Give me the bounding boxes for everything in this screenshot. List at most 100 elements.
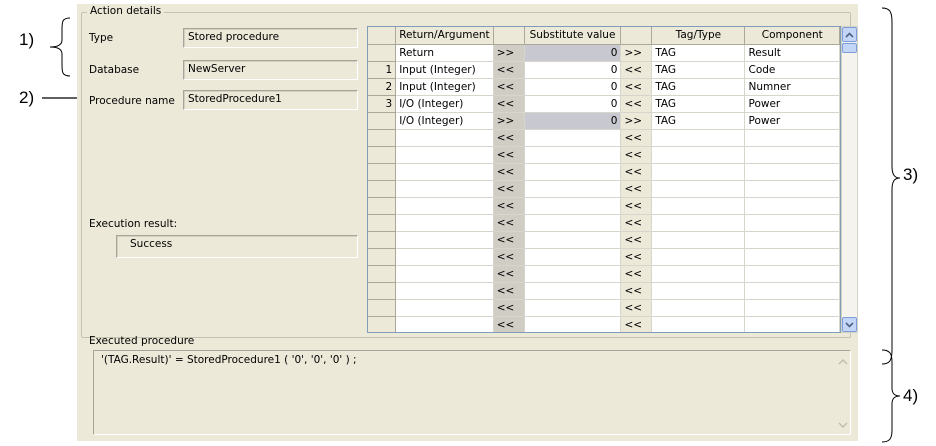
arguments-grid[interactable]: Return/Argument Substitute value Tag/Typ…	[367, 26, 841, 333]
component-cell[interactable]: Result	[744, 44, 840, 62]
direction-toggle-1[interactable]: <<	[493, 180, 525, 198]
direction-toggle-2[interactable]: <<	[620, 299, 653, 317]
table-row[interactable]: << <<	[368, 146, 840, 164]
direction-toggle-1[interactable]: <<	[493, 265, 525, 283]
tag-type-cell[interactable]	[651, 248, 746, 266]
tag-type-cell[interactable]: TAG	[651, 95, 746, 113]
return-argument-cell[interactable]: I/O (Integer)	[395, 95, 494, 113]
component-cell[interactable]	[744, 163, 840, 181]
table-row[interactable]: << <<	[368, 163, 840, 181]
tag-type-cell[interactable]: TAG	[651, 44, 746, 62]
tag-type-cell[interactable]	[651, 231, 746, 249]
return-argument-cell[interactable]	[395, 163, 494, 181]
direction-toggle-1[interactable]: <<	[493, 316, 525, 332]
direction-toggle-1[interactable]: <<	[493, 129, 525, 147]
tag-type-cell[interactable]	[651, 197, 746, 215]
direction-toggle-2[interactable]: >>	[620, 112, 653, 130]
component-cell[interactable]	[744, 180, 840, 198]
direction-toggle-2[interactable]: <<	[620, 95, 653, 113]
return-argument-cell[interactable]	[395, 299, 494, 317]
return-argument-cell[interactable]	[395, 180, 494, 198]
table-row[interactable]: I/O (Integer) >> 0 >> TAG Power	[368, 112, 840, 130]
component-cell[interactable]	[744, 214, 840, 232]
direction-toggle-2[interactable]: <<	[620, 248, 653, 266]
tag-type-cell[interactable]: TAG	[651, 61, 746, 79]
direction-toggle-2[interactable]: <<	[620, 197, 653, 215]
table-row[interactable]: 3 I/O (Integer) << 0 << TAG Power	[368, 95, 840, 113]
tag-type-cell[interactable]: TAG	[651, 112, 746, 130]
return-argument-cell[interactable]	[395, 146, 494, 164]
tag-type-cell[interactable]	[651, 316, 746, 332]
scroll-thumb[interactable]	[842, 43, 857, 53]
executed-procedure-textarea[interactable]: '(TAG.Result)' = StoredProcedure1 ( '0',…	[93, 350, 851, 435]
substitute-value-cell[interactable]	[524, 316, 622, 332]
substitute-value-cell[interactable]: 0	[524, 112, 622, 130]
table-row[interactable]: << <<	[368, 299, 840, 317]
return-argument-cell[interactable]	[395, 129, 494, 147]
direction-toggle-2[interactable]: <<	[620, 146, 653, 164]
table-row[interactable]: << <<	[368, 282, 840, 300]
tag-type-cell[interactable]	[651, 299, 746, 317]
direction-toggle-2[interactable]: <<	[620, 316, 653, 332]
component-cell[interactable]: Code	[744, 61, 840, 79]
scroll-up-arrow-icon[interactable]	[842, 27, 857, 42]
substitute-value-cell[interactable]: 0	[524, 95, 622, 113]
direction-toggle-1[interactable]: <<	[493, 163, 525, 181]
component-cell[interactable]	[744, 146, 840, 164]
tag-type-cell[interactable]	[651, 163, 746, 181]
return-argument-cell[interactable]	[395, 282, 494, 300]
tag-type-cell[interactable]	[651, 146, 746, 164]
component-cell[interactable]	[744, 248, 840, 266]
header-tag-type[interactable]: Tag/Type	[651, 27, 746, 45]
direction-toggle-1[interactable]: <<	[493, 282, 525, 300]
direction-toggle-1[interactable]: <<	[493, 214, 525, 232]
direction-toggle-1[interactable]: <<	[493, 146, 525, 164]
header-component[interactable]: Component	[744, 27, 840, 45]
return-argument-cell[interactable]	[395, 265, 494, 283]
substitute-value-cell[interactable]	[524, 180, 622, 198]
substitute-value-cell[interactable]	[524, 163, 622, 181]
component-cell[interactable]	[744, 129, 840, 147]
tag-type-cell[interactable]	[651, 265, 746, 283]
direction-toggle-1[interactable]: <<	[493, 197, 525, 215]
component-cell[interactable]	[744, 282, 840, 300]
table-row[interactable]: << <<	[368, 231, 840, 249]
tag-type-cell[interactable]: TAG	[651, 78, 746, 96]
component-cell[interactable]	[744, 265, 840, 283]
exec-scroll-down-icon[interactable]	[838, 419, 850, 431]
substitute-value-cell[interactable]: 0	[524, 44, 622, 62]
table-row[interactable]: << <<	[368, 197, 840, 215]
direction-toggle-2[interactable]: <<	[620, 214, 653, 232]
table-row[interactable]: << <<	[368, 316, 840, 332]
tag-type-cell[interactable]	[651, 180, 746, 198]
direction-toggle-2[interactable]: >>	[620, 44, 653, 62]
return-argument-cell[interactable]	[395, 214, 494, 232]
direction-toggle-2[interactable]: <<	[620, 231, 653, 249]
exec-scroll-up-icon[interactable]	[838, 355, 850, 367]
substitute-value-cell[interactable]	[524, 265, 622, 283]
direction-toggle-2[interactable]: <<	[620, 78, 653, 96]
header-return-argument[interactable]: Return/Argument	[395, 27, 494, 45]
tag-type-cell[interactable]	[651, 282, 746, 300]
return-argument-cell[interactable]: Input (Integer)	[395, 78, 494, 96]
direction-toggle-1[interactable]: >>	[493, 44, 525, 62]
table-row[interactable]: Return >> 0 >> TAG Result	[368, 44, 840, 62]
component-cell[interactable]	[744, 299, 840, 317]
component-cell[interactable]: Numner	[744, 78, 840, 96]
substitute-value-cell[interactable]	[524, 197, 622, 215]
table-row[interactable]: 1 Input (Integer) << 0 << TAG Code	[368, 61, 840, 79]
direction-toggle-2[interactable]: <<	[620, 163, 653, 181]
table-row[interactable]: << <<	[368, 129, 840, 147]
substitute-value-cell[interactable]	[524, 282, 622, 300]
scroll-down-arrow-icon[interactable]	[842, 317, 857, 332]
substitute-value-cell[interactable]	[524, 248, 622, 266]
tag-type-cell[interactable]	[651, 214, 746, 232]
direction-toggle-1[interactable]: <<	[493, 231, 525, 249]
component-cell[interactable]: Power	[744, 112, 840, 130]
substitute-value-cell[interactable]: 0	[524, 78, 622, 96]
direction-toggle-1[interactable]: <<	[493, 78, 525, 96]
table-row[interactable]: << <<	[368, 180, 840, 198]
direction-toggle-1[interactable]: <<	[493, 248, 525, 266]
return-argument-cell[interactable]	[395, 248, 494, 266]
substitute-value-cell[interactable]	[524, 146, 622, 164]
